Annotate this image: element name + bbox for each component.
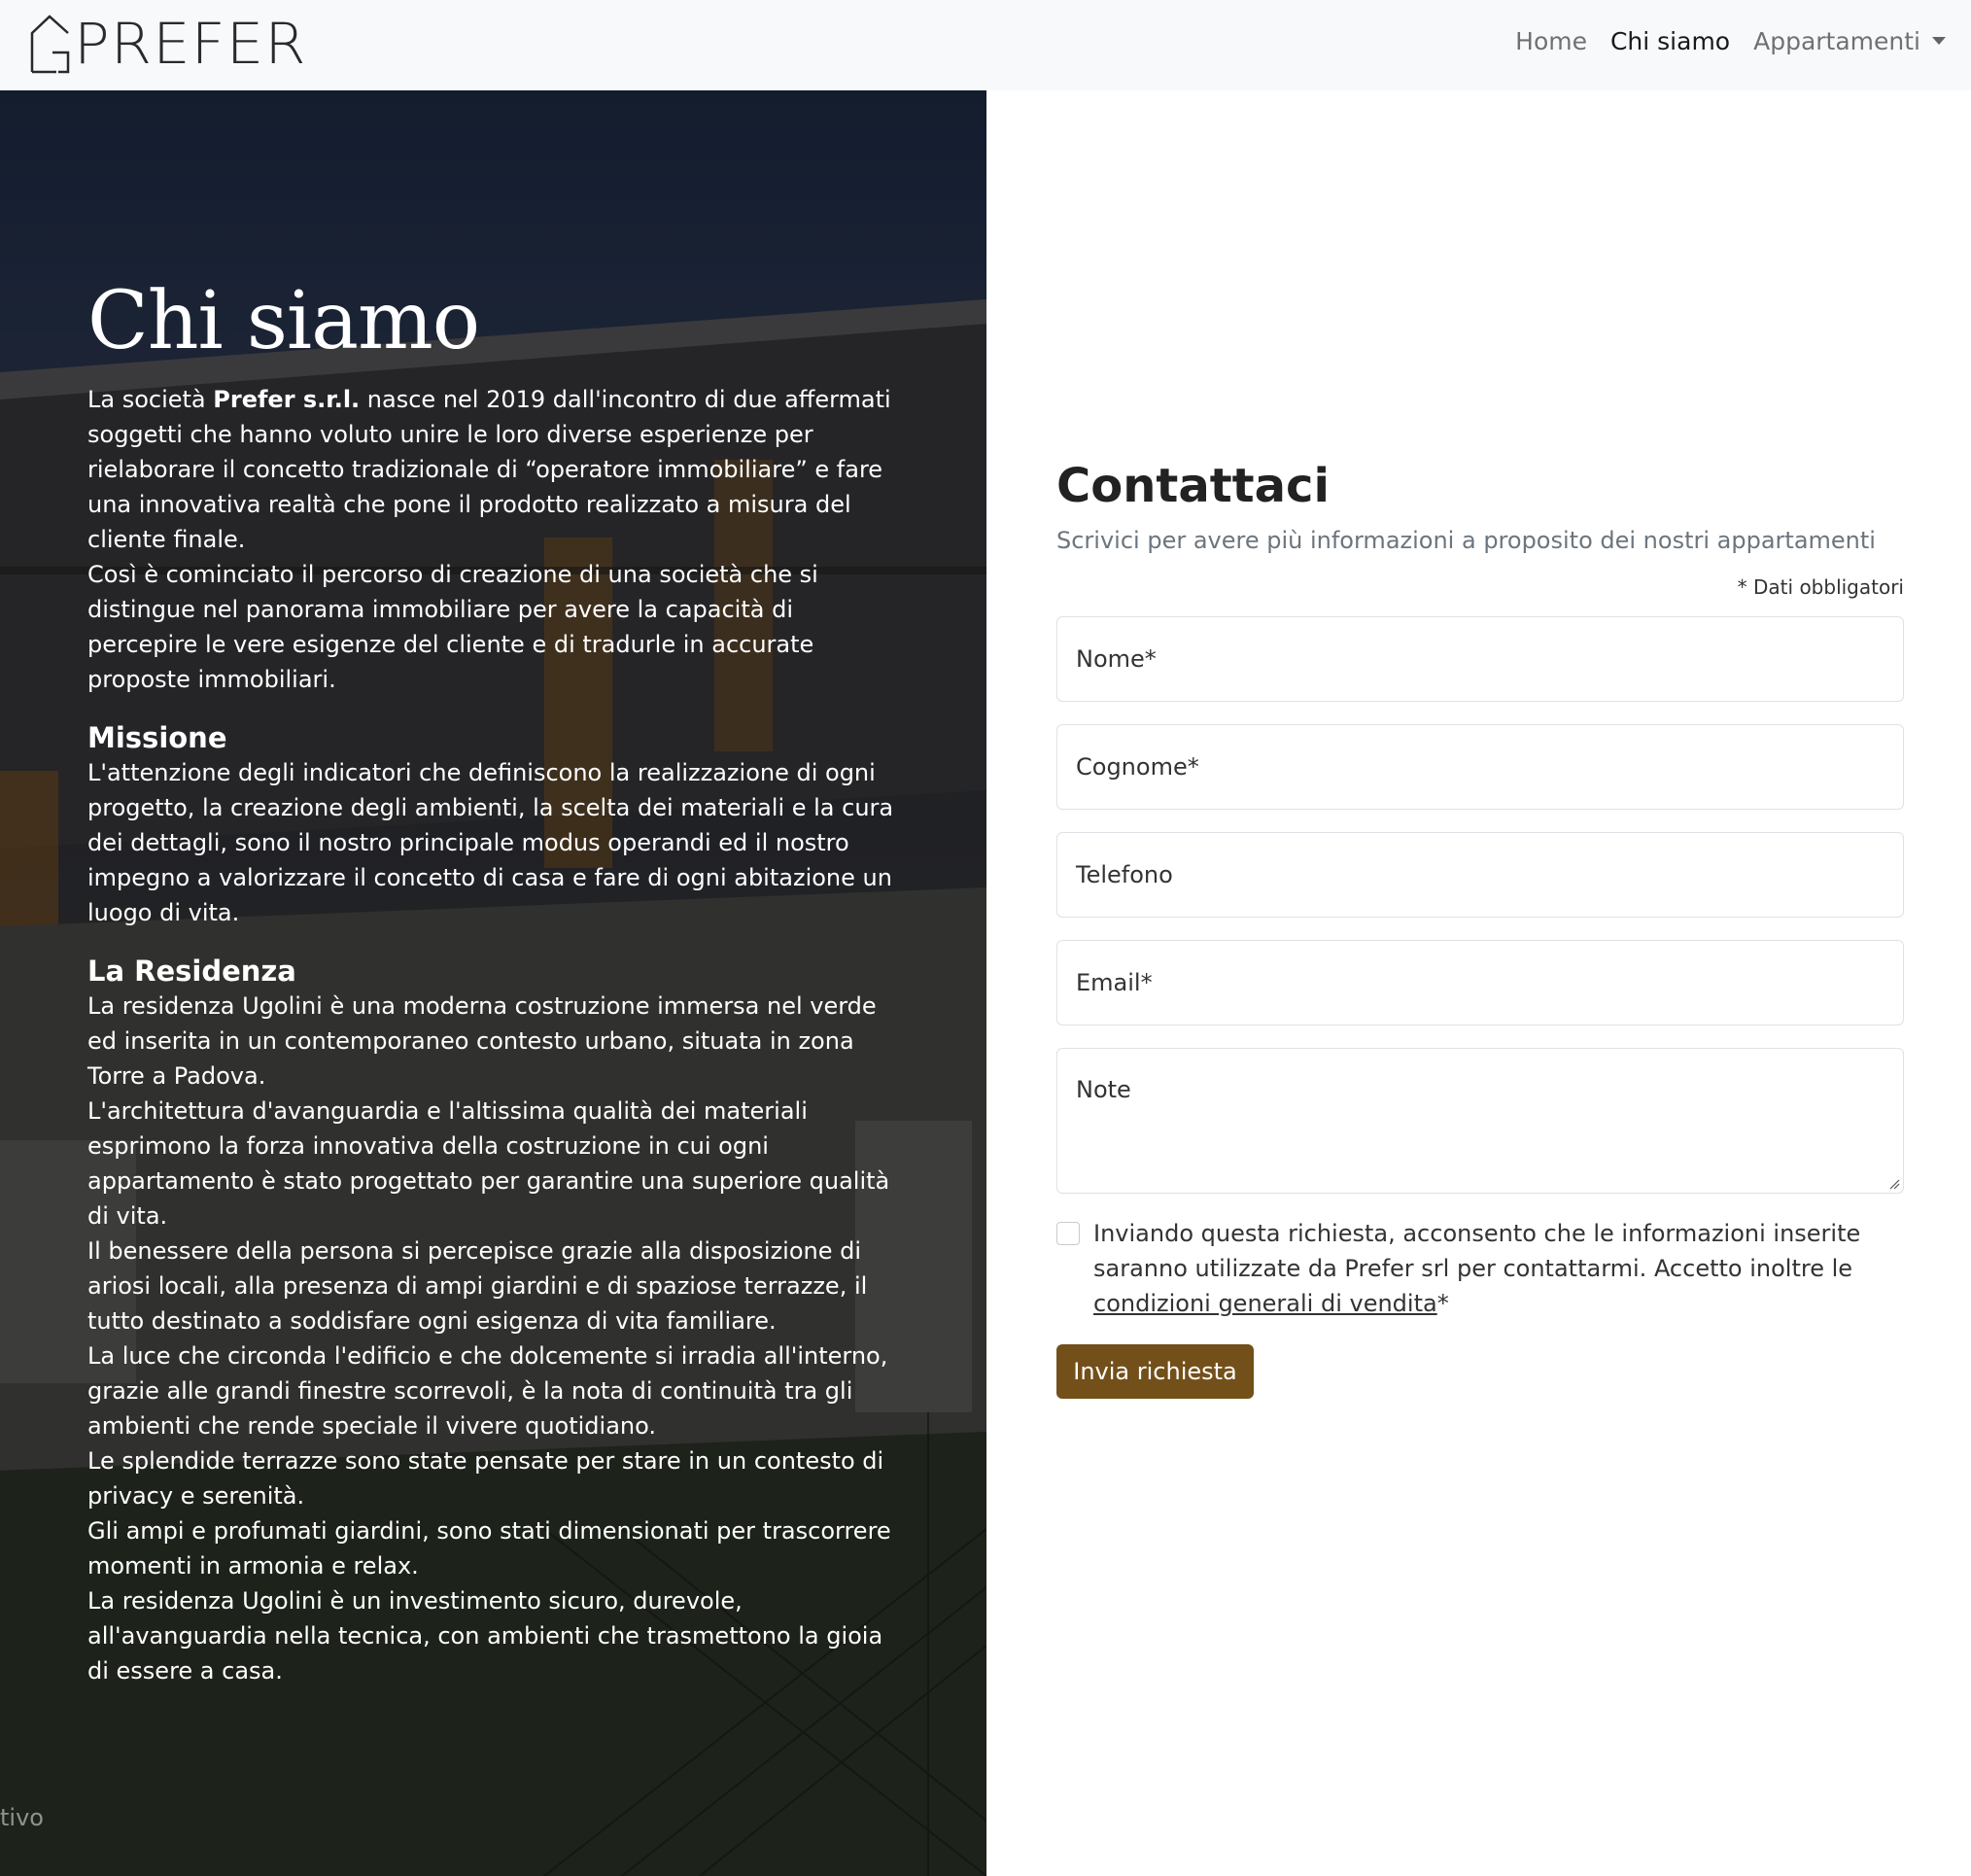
resize-handle-icon[interactable] <box>1888 1178 1900 1190</box>
contact-subtitle: Scrivici per avere più informazioni a pr… <box>1056 527 1876 554</box>
nav-item-appartamenti-label: Appartamenti <box>1753 27 1920 55</box>
residence-paragraph: La luce che circonda l'edificio e che do… <box>87 1342 888 1440</box>
page-title: Chi siamo <box>87 275 480 367</box>
about-intro-pre: La società <box>87 386 214 413</box>
contact-title: Contattaci <box>1056 459 1330 513</box>
brand-logo-text: PREFER <box>74 11 307 77</box>
consent-checkbox[interactable] <box>1056 1222 1080 1245</box>
about-content: Chi siamo La società Prefer s.r.l. nasce… <box>87 275 894 1688</box>
residence-paragraph: La residenza Ugolini è un investimento s… <box>87 1587 883 1685</box>
nav-item-home[interactable]: Home <box>1515 27 1587 55</box>
nome-input[interactable]: Nome* <box>1056 616 1904 702</box>
nav-item-appartamenti[interactable]: Appartamenti <box>1753 27 1946 55</box>
terms-link[interactable]: condizioni generali di vendita <box>1093 1290 1437 1317</box>
chevron-down-icon <box>1932 37 1946 45</box>
consent-text: Inviando questa richiesta, acconsento ch… <box>1093 1220 1861 1282</box>
cognome-input[interactable]: Cognome* <box>1056 724 1904 810</box>
house-logo-icon <box>30 15 70 74</box>
mission-heading: Missione <box>87 721 227 754</box>
nav-item-chi-siamo[interactable]: Chi siamo <box>1610 27 1730 55</box>
submit-button[interactable]: Invia richiesta <box>1056 1344 1254 1399</box>
consent-row: Inviando questa richiesta, acconsento ch… <box>1056 1216 1904 1321</box>
contact-section: Contattaci Scrivici per avere più inform… <box>1056 457 1904 1399</box>
nav-menu: Home Chi siamo Appartamenti <box>1515 27 1946 55</box>
telefono-input[interactable]: Telefono <box>1056 832 1904 918</box>
about-intro: La società Prefer s.r.l. nasce nel 2019 … <box>87 382 894 557</box>
residence-paragraph: La residenza Ugolini è una moderna costr… <box>87 992 877 1090</box>
note-placeholder: Note <box>1076 1076 1131 1103</box>
about-hero: Chi siamo La società Prefer s.r.l. nasce… <box>0 90 986 1876</box>
company-name: Prefer s.r.l. <box>213 386 361 413</box>
brand-logo[interactable]: PREFER <box>29 14 306 74</box>
consent-required-mark: * <box>1436 1290 1449 1317</box>
about-intro-2: Così è cominciato il percorso di creazio… <box>87 561 818 693</box>
residence-paragraph: Gli ampi e profumati giardini, sono stat… <box>87 1517 891 1580</box>
image-caption-fragment: tivo <box>0 1804 44 1831</box>
mission-text: L'attenzione degli indicatori che defini… <box>87 759 894 926</box>
residence-heading: La Residenza <box>87 955 296 988</box>
email-input[interactable]: Email* <box>1056 940 1904 1025</box>
consent-label: Inviando questa richiesta, acconsento ch… <box>1093 1216 1904 1321</box>
residence-paragraph: L'architettura d'avanguardia e l'altissi… <box>87 1097 890 1230</box>
residence-paragraph: Il benessere della persona si percepisce… <box>87 1237 868 1335</box>
required-fields-note: * Dati obbligatori <box>1737 575 1904 599</box>
navbar: PREFER Home Chi siamo Appartamenti <box>0 0 1971 90</box>
residence-paragraph: Le splendide terrazze sono state pensate… <box>87 1447 884 1510</box>
note-textarea[interactable]: Note <box>1056 1048 1904 1194</box>
